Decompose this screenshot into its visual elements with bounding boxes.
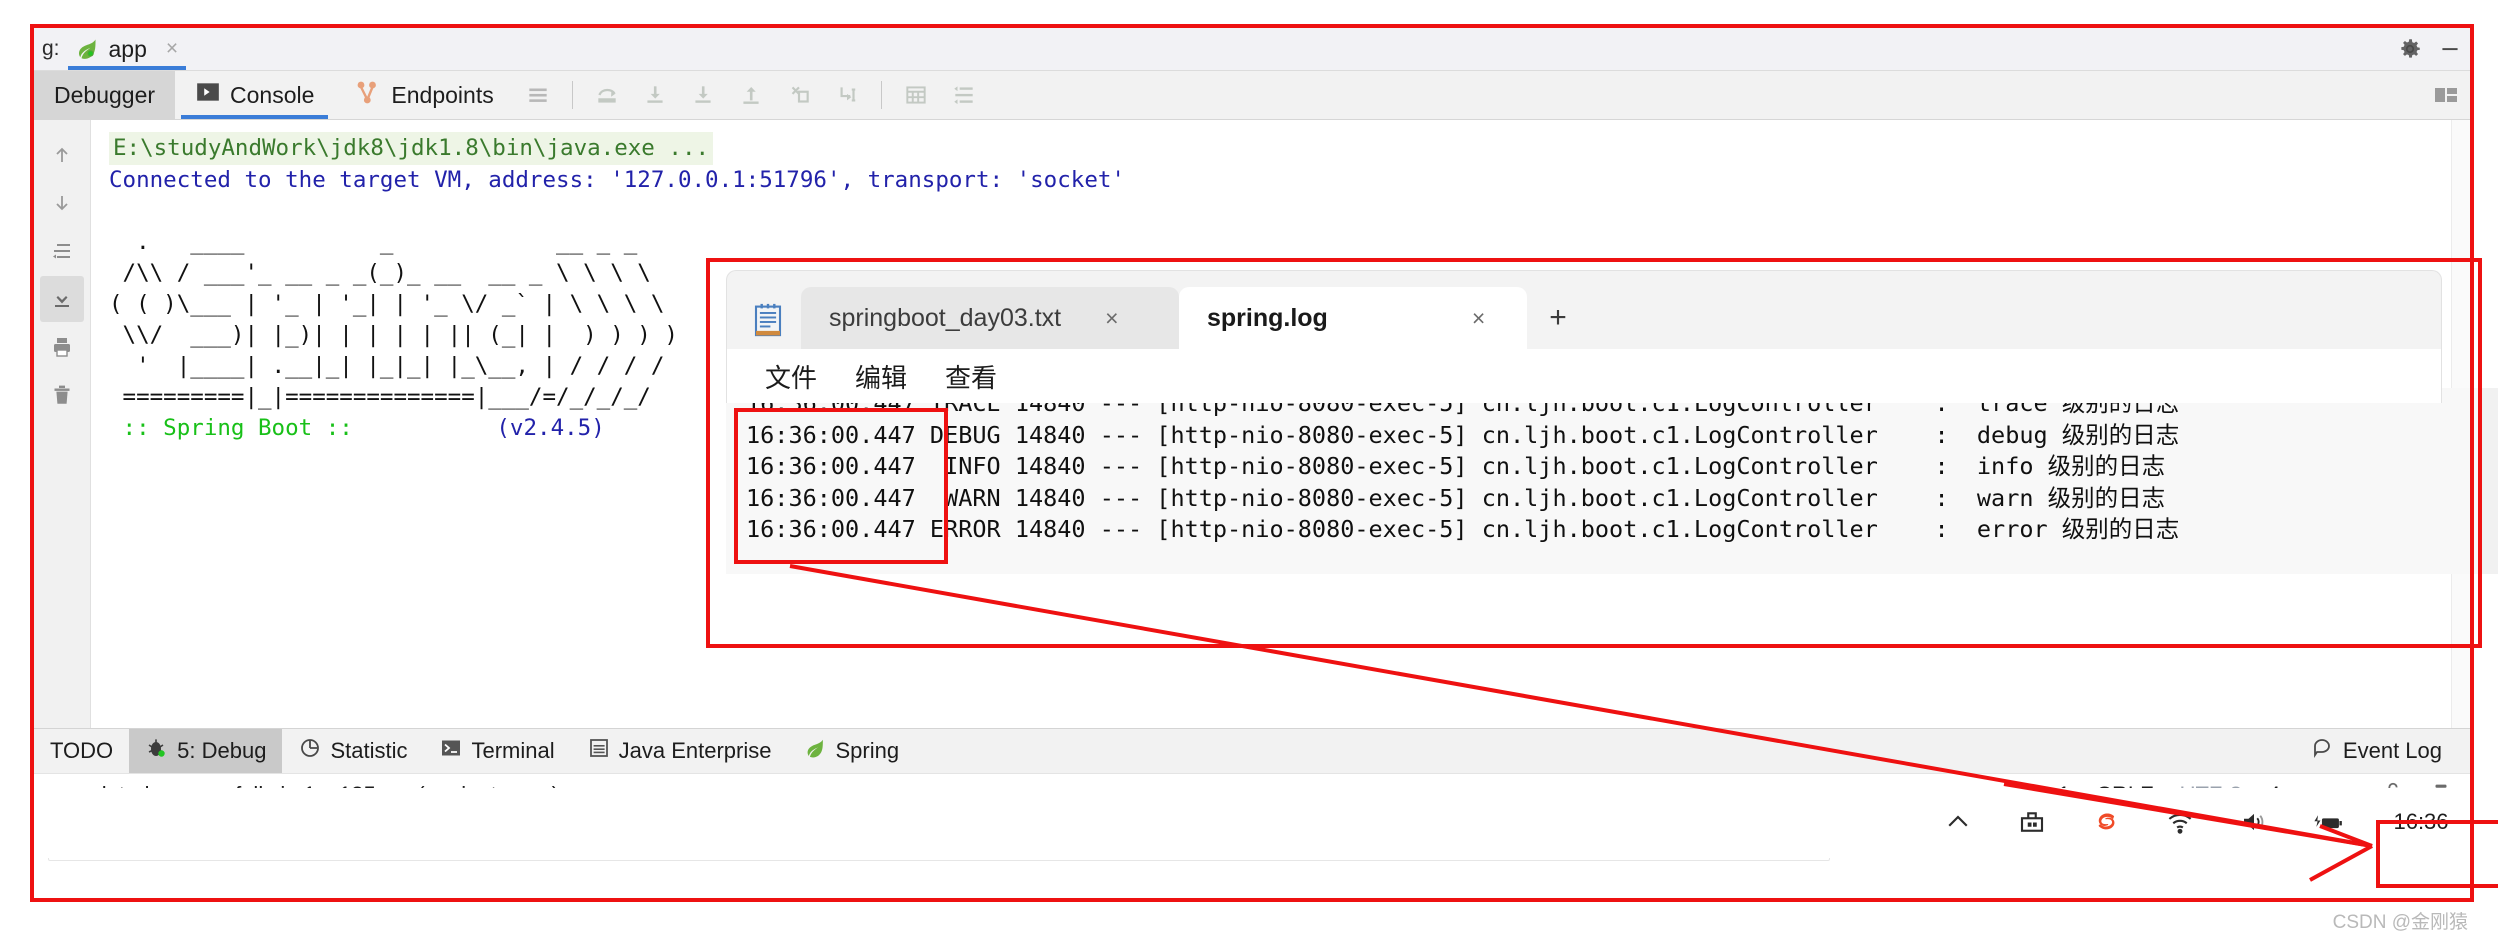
run-to-cursor-icon[interactable]	[823, 71, 871, 119]
notepad-tab-label-2: spring.log	[1207, 303, 1328, 332]
tool-window-java-enterprise-label: Java Enterprise	[618, 738, 772, 763]
tab-endpoints-label: Endpoints	[391, 81, 494, 108]
scroll-up-icon[interactable]	[40, 132, 84, 178]
notepad-window: springboot_day03.txt × spring.log × + 文件…	[726, 270, 2442, 442]
springboot-version: (v2.4.5)	[496, 415, 605, 441]
tab-console-label: Console	[230, 81, 315, 108]
ide-window-tabstrip: g: app ×	[34, 28, 2470, 71]
toolbar-separator	[571, 81, 573, 109]
terminal-icon	[439, 736, 463, 766]
tool-window-statistic-label: Statistic	[330, 738, 408, 763]
volume-icon[interactable]	[2234, 802, 2274, 842]
taskbar-clock[interactable]: 16:36	[2382, 809, 2460, 835]
springboot-label: :: Spring Boot ::	[109, 415, 367, 441]
soft-wrap-icon[interactable]	[940, 71, 988, 119]
notepad-tab-spring-log[interactable]: spring.log ×	[1179, 287, 1527, 349]
tab-debugger[interactable]: Debugger	[34, 71, 176, 119]
debug-tool-tabs: Debugger Console Endpoints	[34, 71, 2470, 120]
spring-leaf-icon	[74, 36, 100, 62]
sidebar-item-spring[interactable]: Spring	[787, 729, 915, 773]
trash-icon[interactable]	[40, 372, 84, 418]
menu-file[interactable]: 文件	[749, 354, 833, 399]
console-gutter-toolbar	[34, 120, 91, 728]
console-connected-line: Connected to the target VM, address: '12…	[109, 167, 1125, 193]
step-over-icon[interactable]	[583, 71, 631, 119]
step-into-icon[interactable]	[631, 71, 679, 119]
close-icon[interactable]: ×	[166, 37, 178, 61]
window-tab-app[interactable]: app ×	[59, 28, 191, 70]
endpoints-icon	[354, 79, 382, 111]
wifi-icon[interactable]	[2160, 802, 2200, 842]
tool-window-spring-label: Spring	[835, 738, 900, 763]
java-enterprise-icon	[587, 736, 611, 766]
notepad-tab-springboot-day03[interactable]: springboot_day03.txt ×	[801, 287, 1179, 349]
menu-view[interactable]: 查看	[929, 354, 1013, 399]
event-log-icon	[2311, 736, 2335, 766]
log-line-3-text: 16:36:00.447 WARN 14840 --- [http-nio-80…	[746, 483, 2166, 512]
log-line-4-text: 16:36:00.447 ERROR 14840 --- [http-nio-8…	[746, 515, 2180, 544]
soft-wrap-gutter-icon[interactable]	[40, 228, 84, 274]
tool-window-todo-label: TODO	[50, 738, 114, 763]
watermark: CSDN @金刚猿	[2332, 912, 2468, 933]
sidebar-item-debug[interactable]: 5: Debug	[129, 729, 283, 773]
log-scrollbar[interactable]	[2482, 388, 2498, 574]
run-configuration-label: g:	[42, 37, 60, 60]
toolbar-separator-2	[880, 81, 882, 109]
new-tab-button[interactable]: +	[1527, 287, 1589, 349]
step-out-icon[interactable]	[727, 71, 775, 119]
tab-console[interactable]: Console	[175, 71, 334, 119]
console-command-text: E:\studyAndWork\jdk8\jdk1.8\bin\java.exe…	[109, 132, 714, 165]
event-log-button[interactable]: Event Log	[2295, 729, 2470, 773]
notepad-icon	[753, 303, 783, 339]
spring-leaf-icon-bottom	[803, 736, 827, 766]
sidebar-item-todo[interactable]: TODO	[34, 729, 129, 773]
restore-layout-icon[interactable]	[2422, 71, 2470, 119]
tool-window-debug-label: 5: Debug	[177, 738, 267, 763]
console-blank-1	[109, 196, 2470, 227]
scroll-to-end-icon[interactable]	[40, 276, 84, 322]
layout-lines-icon[interactable]	[514, 71, 562, 119]
print-icon[interactable]	[40, 324, 84, 370]
console-banner-line-0: . ____ _ __ _ _	[109, 229, 638, 255]
window-tab-label: app	[108, 35, 147, 62]
system-tray: 16:36	[1938, 798, 2460, 846]
sidebar-item-terminal[interactable]: Terminal	[423, 729, 570, 773]
battery-icon[interactable]	[2308, 802, 2348, 842]
sidebar-item-statistic[interactable]: Statistic	[282, 729, 423, 773]
log-line-2: 16:36:00.447 INFO 14840 --- [http-nio-80…	[726, 451, 2498, 483]
chevron-up-icon[interactable]	[1938, 802, 1978, 842]
drop-frame-icon[interactable]	[775, 71, 823, 119]
close-icon[interactable]: ×	[1105, 305, 1118, 332]
event-log-label: Event Log	[2342, 738, 2442, 763]
menu-edit[interactable]: 编辑	[839, 354, 923, 399]
notepad-menubar: 文件 编辑 查看	[726, 349, 2442, 403]
notepad-tabstrip: springboot_day03.txt × spring.log × +	[726, 270, 2442, 349]
close-icon[interactable]: ×	[1472, 305, 1485, 332]
bug-icon	[145, 736, 169, 766]
tool-window-terminal-label: Terminal	[471, 738, 555, 763]
tool-window-bar: TODO 5: Debug Statistic Terminal Java En…	[34, 728, 2470, 773]
sogou-icon[interactable]	[2086, 802, 2126, 842]
force-step-into-icon[interactable]	[679, 71, 727, 119]
log-line-2-text: 16:36:00.447 INFO 14840 --- [http-nio-80…	[746, 452, 2166, 481]
tab-debugger-label: Debugger	[54, 81, 156, 108]
evaluate-icon[interactable]	[892, 71, 940, 119]
notepad-tab-label-1: springboot_day03.txt	[829, 303, 1062, 332]
sidebar-item-java-enterprise[interactable]: Java Enterprise	[571, 729, 788, 773]
statistic-icon	[298, 736, 322, 766]
scroll-down-icon[interactable]	[40, 180, 84, 226]
tab-endpoints[interactable]: Endpoints	[334, 71, 513, 119]
log-line-4: 16:36:00.447 ERROR 14840 --- [http-nio-8…	[726, 514, 2498, 546]
minimize-icon[interactable]	[2430, 28, 2470, 70]
ime-icon[interactable]	[2012, 802, 2052, 842]
console-icon	[195, 79, 221, 111]
log-line-3: 16:36:00.447 WARN 14840 --- [http-nio-80…	[726, 483, 2498, 515]
console-command-line: E:\studyAndWork\jdk8\jdk1.8\bin\java.exe…	[109, 132, 2470, 165]
windows-taskbar: 16:36	[34, 788, 2470, 858]
gear-icon[interactable]	[2390, 28, 2430, 70]
